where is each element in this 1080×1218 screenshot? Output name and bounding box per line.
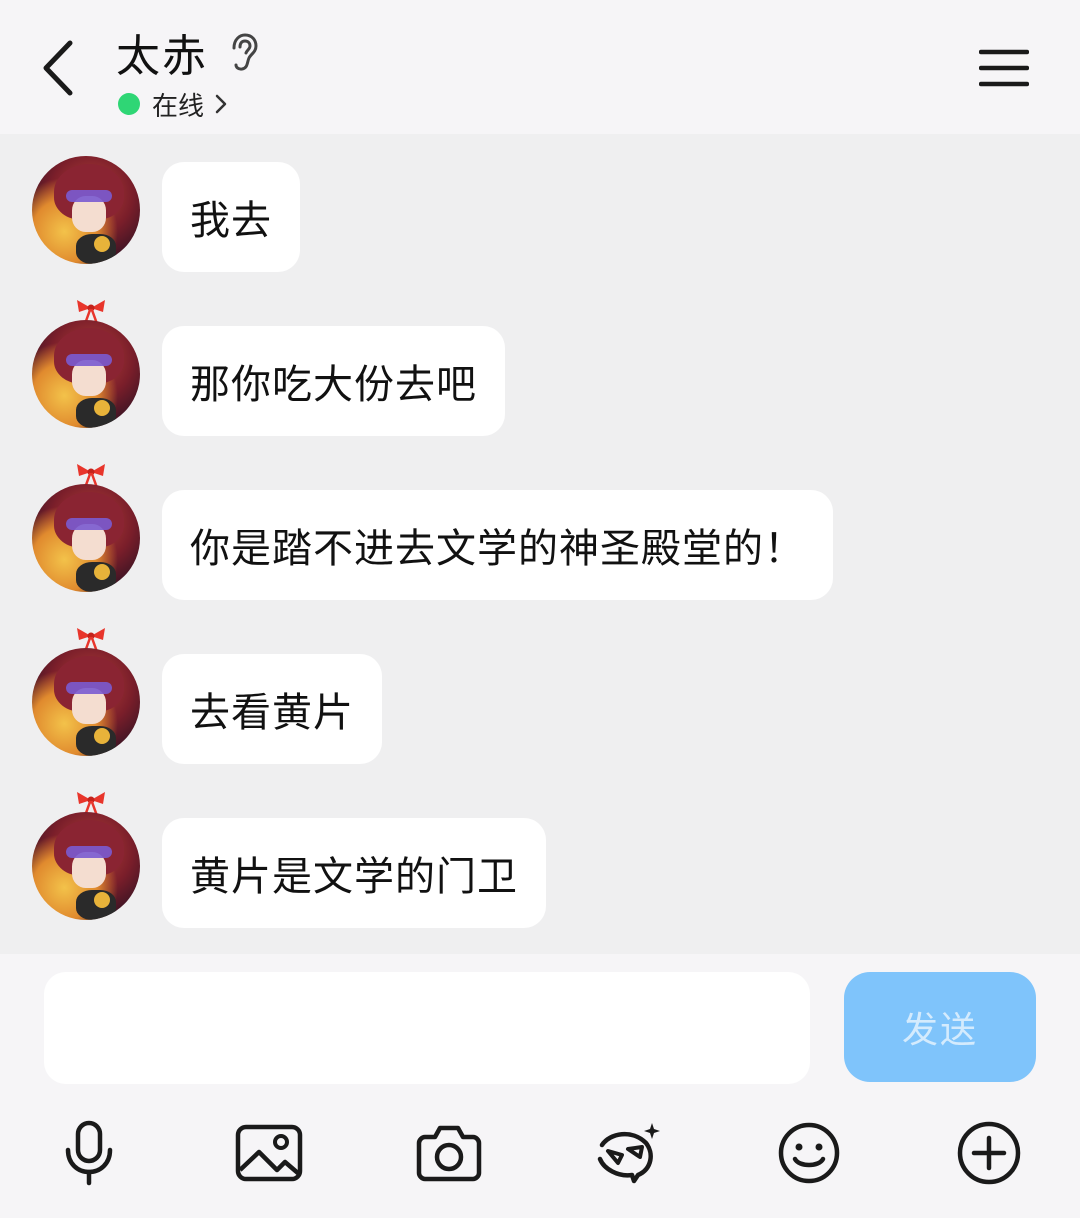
plus-icon <box>957 1121 1021 1185</box>
avatar[interactable] <box>32 320 140 428</box>
menu-button[interactable] <box>972 40 1036 96</box>
contact-info[interactable]: 太赤 在线 <box>116 24 260 122</box>
avatar[interactable] <box>32 648 140 756</box>
message-list[interactable]: 我去 那你吃大份去吧 你是踏不进去文学的神圣殿堂的！ 去看黄片 黄片是文学的门卫 <box>0 134 1080 954</box>
microphone-icon <box>65 1120 113 1186</box>
message-bubble[interactable]: 那你吃大份去吧 <box>162 326 505 436</box>
bow-icon <box>77 628 105 650</box>
camera-icon <box>416 1125 482 1182</box>
message-row: 黄片是文学的门卫 <box>0 790 1080 940</box>
online-status[interactable]: 在线 <box>116 86 260 122</box>
online-dot-icon <box>118 93 140 115</box>
message-row: 你是踏不进去文学的神圣殿堂的！ <box>0 462 1080 612</box>
contact-name: 太赤 <box>116 31 208 82</box>
message-input[interactable] <box>44 972 810 1084</box>
chat-app: 太赤 在线 我去 那你吃大份去吧 你是踏不进去文学的神圣殿堂的！ 去看黄片 黄片… <box>0 0 1080 1218</box>
avatar[interactable] <box>32 156 140 264</box>
chat-header: 太赤 在线 <box>0 0 1080 134</box>
menu-icon <box>979 49 1029 87</box>
plus-button[interactable] <box>944 1108 1034 1198</box>
back-button[interactable] <box>30 32 86 104</box>
send-button[interactable]: 发送 <box>844 972 1036 1082</box>
composer-bar: 发送 <box>0 954 1080 1218</box>
message-bubble[interactable]: 去看黄片 <box>162 654 382 764</box>
message-row: 我去 <box>0 156 1080 306</box>
message-row: 去看黄片 <box>0 626 1080 776</box>
avatar[interactable] <box>32 812 140 920</box>
back-arrow-icon <box>43 40 73 96</box>
image-button[interactable] <box>224 1108 314 1198</box>
camera-button[interactable] <box>404 1108 494 1198</box>
message-bubble[interactable]: 我去 <box>162 162 300 272</box>
ear-icon[interactable] <box>226 32 260 72</box>
message-bubble[interactable]: 你是踏不进去文学的神圣殿堂的！ <box>162 490 833 600</box>
avatar[interactable] <box>32 484 140 592</box>
message-row: 那你吃大份去吧 <box>0 298 1080 448</box>
emoji-icon <box>778 1122 840 1184</box>
sticker-button[interactable] <box>584 1108 674 1198</box>
message-bubble[interactable]: 黄片是文学的门卫 <box>162 818 546 928</box>
chevron-right-icon <box>214 93 228 115</box>
bow-icon <box>77 792 105 814</box>
bow-icon <box>77 300 105 322</box>
microphone-button[interactable] <box>44 1108 134 1198</box>
emoji-button[interactable] <box>764 1108 854 1198</box>
status-text: 在线 <box>152 91 205 122</box>
sticker-icon <box>597 1123 660 1184</box>
image-icon <box>235 1124 303 1182</box>
bow-icon <box>77 464 105 486</box>
composer-toolbar <box>0 1108 1080 1198</box>
